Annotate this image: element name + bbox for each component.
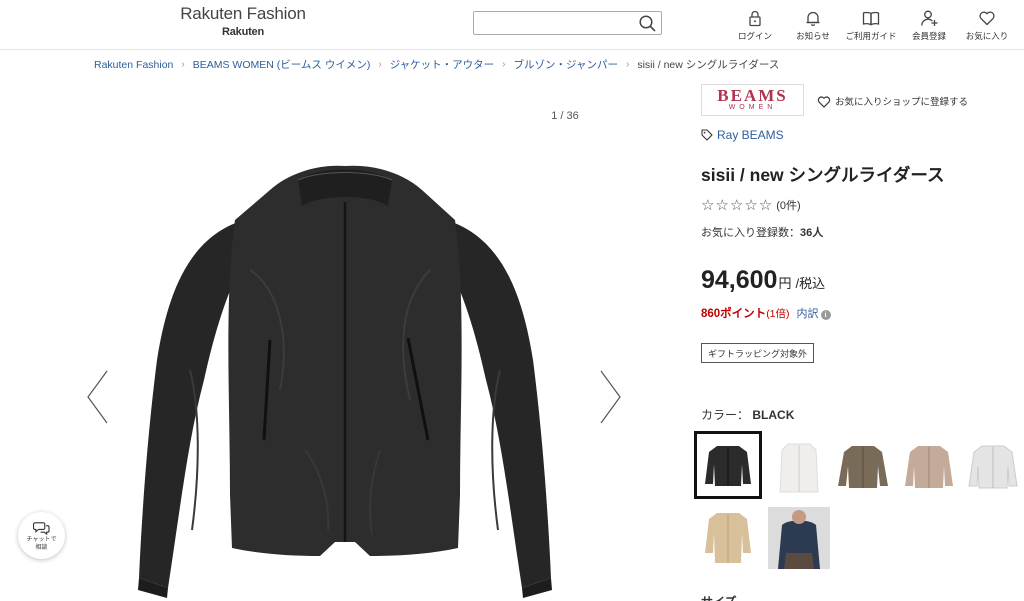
search-button[interactable] <box>638 14 658 33</box>
chevron-right-icon: › <box>378 59 382 70</box>
product-title: sisii / new シングルライダース <box>701 165 945 185</box>
price-value: 94,600 <box>701 266 778 294</box>
points-detail-label: 内訳 <box>796 308 819 320</box>
chevron-right-icon <box>600 370 621 424</box>
color-value: BLACK <box>752 408 795 422</box>
shop-logo[interactable]: BEAMS WOMEN <box>701 84 804 116</box>
bell-icon <box>806 11 820 26</box>
color-swatch-beige[interactable] <box>898 436 960 498</box>
rating: ☆☆☆☆☆ (0件) <box>701 196 801 214</box>
header-nav: ログイン お知らせ ご利用ガイド 会員登録 お気に入り <box>726 9 1016 42</box>
book-icon <box>862 11 880 26</box>
heart-icon <box>979 11 995 26</box>
brand-link[interactable]: Ray BEAMS <box>701 128 784 142</box>
breadcrumb-shop[interactable]: BEAMS WOMEN (ビームス ウイメン) <box>193 57 371 72</box>
jacket-thumbnail <box>697 507 759 569</box>
star-rating-icon: ☆☆☆☆☆ <box>701 196 774 214</box>
nav-guide-label: ご利用ガイド <box>845 31 897 41</box>
favorite-count-value: 36人 <box>800 227 824 239</box>
leather-jacket-image <box>138 165 552 598</box>
chevron-left-icon <box>87 370 108 424</box>
color-swatch-navy[interactable] <box>768 507 830 569</box>
chevron-right-icon: › <box>502 59 506 70</box>
search-icon <box>639 15 656 32</box>
info-icon: i <box>820 310 831 320</box>
color-swatch-brown[interactable] <box>832 436 894 498</box>
jacket-thumbnail <box>962 436 1024 498</box>
add-user-icon <box>921 10 938 26</box>
nav-notifications[interactable]: お知らせ <box>784 9 842 42</box>
chat-bubble-icon <box>33 521 50 535</box>
shop-logo-main: BEAMS <box>717 86 788 105</box>
nav-login[interactable]: ログイン <box>726 9 784 42</box>
chevron-right-icon: › <box>181 59 185 70</box>
nav-guide[interactable]: ご利用ガイド <box>842 9 900 42</box>
model-thumbnail <box>768 507 830 569</box>
shop-logo-sub: WOMEN <box>728 104 777 111</box>
breadcrumb-subcategory[interactable]: ブルゾン・ジャンパー <box>514 57 618 72</box>
search-input[interactable] <box>474 12 634 34</box>
lock-icon <box>749 10 761 27</box>
price-tax: /税込 <box>795 276 826 291</box>
breadcrumb-home[interactable]: Rakuten Fashion <box>94 59 173 71</box>
price-unit: 円 <box>778 276 792 291</box>
size-label: サイズ <box>701 593 737 601</box>
brand-name: Ray BEAMS <box>717 128 784 142</box>
favorite-count: お気に入り登録数：36人 <box>701 224 823 240</box>
points: 860ポイント (1倍) 内訳 i <box>701 305 831 321</box>
color-label-text: カラー： <box>701 408 750 422</box>
image-counter: 1 / 36 <box>551 110 579 122</box>
color-swatch-black[interactable] <box>694 431 762 499</box>
color-label: カラー： BLACK <box>701 406 794 423</box>
chat-label-line2: 相談 <box>35 544 48 551</box>
jacket-thumbnail <box>697 434 759 496</box>
chat-label: チャットで 相談 <box>27 536 57 552</box>
chat-button[interactable]: チャットで 相談 <box>18 512 65 559</box>
color-swatch-sand[interactable] <box>697 507 759 569</box>
jacket-thumbnail <box>768 436 830 498</box>
product-main-image[interactable] <box>130 150 560 601</box>
color-swatch-silver[interactable] <box>962 436 1024 498</box>
favorite-count-label: お気に入り登録数： <box>701 227 800 239</box>
price: 94,600 円 /税込 <box>701 266 825 295</box>
breadcrumb-category[interactable]: ジャケット・アウター <box>390 57 494 72</box>
site-logo[interactable]: Rakuten Fashion Rakuten <box>180 4 306 38</box>
logo-sub-text: Rakuten <box>222 26 264 38</box>
nav-register-label: 会員登録 <box>911 31 946 41</box>
chevron-right-icon: › <box>626 59 630 70</box>
breadcrumb: Rakuten Fashion › BEAMS WOMEN (ビームス ウイメン… <box>94 57 779 72</box>
nav-favorites-label: お気に入り <box>965 31 1009 41</box>
search-box <box>473 11 662 35</box>
nav-notifications-label: お知らせ <box>796 31 830 41</box>
nav-login-label: ログイン <box>737 31 772 41</box>
jacket-thumbnail <box>898 436 960 498</box>
points-multiplier: (1倍) <box>766 307 790 320</box>
nav-favorites[interactable]: お気に入り <box>958 9 1016 42</box>
site-header: Rakuten Fashion Rakuten ログイン お知らせ ご利用ガイド… <box>0 0 1024 50</box>
chat-label-line1: チャットで <box>26 536 57 543</box>
nav-register[interactable]: 会員登録 <box>900 9 958 42</box>
logo-main-text: Rakuten Fashion <box>180 4 306 23</box>
prev-image-button[interactable] <box>86 370 110 424</box>
color-swatch-white[interactable] <box>768 436 830 498</box>
next-image-button[interactable] <box>598 370 622 424</box>
favorite-shop-button[interactable]: お気に入りショップに登録する <box>817 94 968 108</box>
points-detail-link[interactable]: 内訳 i <box>797 305 831 321</box>
breadcrumb-current: sisii / new シングルライダース <box>637 59 780 71</box>
heart-icon <box>817 95 831 108</box>
tag-icon <box>701 129 713 141</box>
favorite-shop-label: お気に入りショップに登録する <box>835 97 969 108</box>
points-value: 860ポイント <box>701 308 767 320</box>
gift-wrap-badge: ギフトラッピング対象外 <box>701 343 815 363</box>
jacket-thumbnail <box>832 436 894 498</box>
review-count[interactable]: (0件) <box>776 197 800 213</box>
